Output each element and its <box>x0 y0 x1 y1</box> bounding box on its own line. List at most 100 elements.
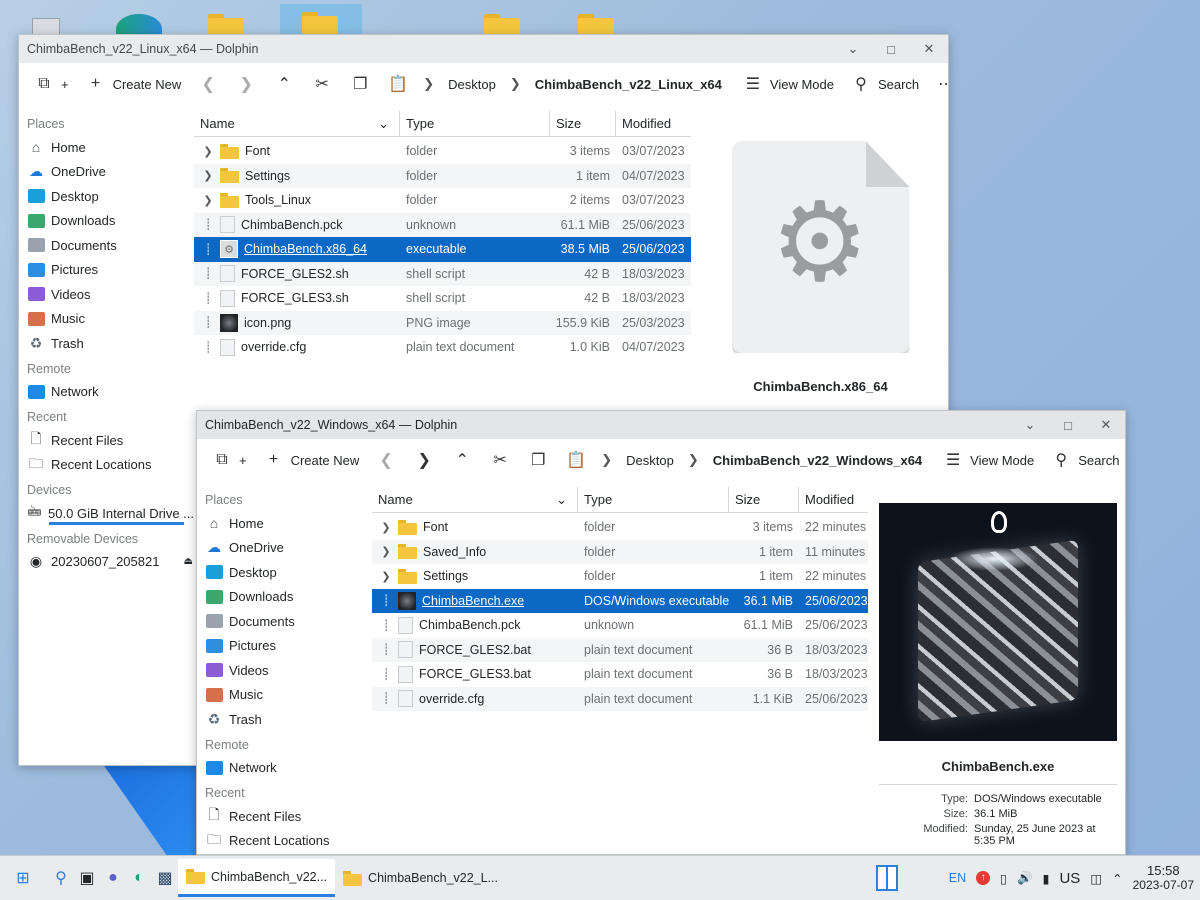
table-row[interactable]: ❯ Tools_Linux folder 2 items 03/07/2023 <box>194 188 691 213</box>
clock[interactable]: 15:58 2023-07-07 <box>1133 864 1194 893</box>
table-row[interactable]: ┊ icon.png PNG image 155.9 KiB 25/03/2023 <box>194 310 691 335</box>
places-item-pictures[interactable]: Pictures <box>197 634 372 659</box>
maximize-icon[interactable]: □ <box>1049 411 1087 439</box>
device-icon[interactable]: ▮ <box>1043 871 1050 886</box>
places-item-trash[interactable]: ♻ Trash <box>19 331 194 356</box>
chevron-right-icon[interactable]: ❯ <box>380 570 392 583</box>
chevron-right-icon[interactable]: ❯ <box>380 521 392 534</box>
paste-button[interactable]: 📋 <box>381 70 415 98</box>
create-new-button[interactable]: + Create New <box>79 71 188 97</box>
dolphin-window-windows[interactable]: ChimbaBench_v22_Windows_x64 — Dolphin ⌄ … <box>196 410 1126 855</box>
column-name[interactable]: Name ⌄ <box>372 487 578 512</box>
places-item-desktop[interactable]: Desktop <box>197 560 372 585</box>
table-row[interactable]: ❯ Font folder 3 items 03/07/2023 <box>194 139 691 164</box>
places-item-removable[interactable]: ◉ 20230607_205821 ⏏ <box>19 550 194 575</box>
breadcrumb-desktop[interactable]: Desktop <box>442 73 502 96</box>
search-icon[interactable]: ⚲ <box>50 867 72 889</box>
maximize-icon[interactable]: □ <box>872 35 910 63</box>
column-modified[interactable]: Modified <box>799 487 868 512</box>
places-item-downloads[interactable]: Downloads <box>19 209 194 234</box>
browser-icon[interactable] <box>112 6 162 44</box>
folder-icon[interactable] <box>204 6 248 42</box>
places-item-music[interactable]: Music <box>19 307 194 332</box>
copy-button[interactable]: ❐ <box>343 70 377 98</box>
column-modified[interactable]: Modified <box>616 111 691 136</box>
places-item-downloads[interactable]: Downloads <box>197 585 372 610</box>
up-button[interactable]: ⌃ <box>445 446 479 474</box>
up-button[interactable]: ⌃ <box>267 70 301 98</box>
column-name[interactable]: Name ⌄ <box>194 111 400 136</box>
search-button[interactable]: ⚲ Search <box>844 70 925 98</box>
paste-button[interactable]: 📋 <box>559 446 593 474</box>
places-item-internal-drive[interactable]: 🖮 50.0 GiB Internal Drive ... <box>19 501 194 526</box>
clipboard-icon[interactable]: ▯ <box>1000 871 1007 886</box>
title-bar[interactable]: ChimbaBench_v22_Linux_x64 — Dolphin ⌄ □ … <box>19 35 948 63</box>
chevron-right-icon[interactable]: ❯ <box>202 145 214 158</box>
places-item-desktop[interactable]: Desktop <box>19 184 194 209</box>
folder-icon[interactable] <box>280 4 362 40</box>
table-row[interactable]: ┊ ChimbaBench.exe DOS/Windows executable 36… <box>372 588 868 613</box>
breadcrumb-desktop[interactable]: Desktop <box>620 449 680 472</box>
forward-button[interactable]: ❯ <box>229 70 263 98</box>
panel-widget-icon[interactable] <box>876 865 898 891</box>
search-button[interactable]: ⚲ Search <box>1044 446 1125 474</box>
chevron-right-icon[interactable]: ❯ <box>380 545 392 558</box>
table-row[interactable]: ┊ ChimbaBench.pck unknown 61.1 MiB 25/06/202… <box>372 613 868 638</box>
display-icon[interactable]: ◫ <box>1090 871 1102 886</box>
view-mode-button[interactable]: ☰ View Mode <box>936 446 1040 474</box>
places-item-recent-files[interactable]: 🗋 Recent Files <box>19 428 194 453</box>
close-icon[interactable]: ✕ <box>1087 411 1125 439</box>
eject-icon[interactable]: ⏏ <box>183 556 192 567</box>
back-button[interactable]: ❮ <box>369 446 403 474</box>
column-type[interactable]: Type <box>578 487 729 512</box>
places-item-network[interactable]: Network <box>197 756 372 781</box>
places-item-recent-locations[interactable]: 🗀 Recent Locations <box>197 829 372 854</box>
places-item-documents[interactable]: Documents <box>19 233 194 258</box>
folder-icon[interactable] <box>480 6 524 42</box>
places-item-pictures[interactable]: Pictures <box>19 258 194 283</box>
forward-button[interactable]: ❯ <box>407 446 441 474</box>
folder-icon[interactable] <box>574 6 618 42</box>
trash-icon[interactable] <box>24 6 68 40</box>
table-row[interactable]: ┊ ChimbaBench.pck unknown 61.1 MiB 25/06/202… <box>194 212 691 237</box>
chevron-right-icon[interactable]: ❯ <box>202 169 214 182</box>
table-row[interactable]: ┊ override.cfg plain text document 1.1 KiB 2… <box>372 686 868 711</box>
chevron-right-icon[interactable]: ❯ <box>202 194 214 207</box>
table-row[interactable]: ┊ FORCE_GLES3.sh shell script 42 B 18/03/202… <box>194 286 691 311</box>
places-item-documents[interactable]: Documents <box>197 609 372 634</box>
menu-button[interactable]: ⋯ <box>929 70 948 98</box>
table-row[interactable]: ┊ FORCE_GLES2.sh shell script 42 B 18/03/202… <box>194 261 691 286</box>
places-item-network[interactable]: Network <box>19 380 194 405</box>
browser-icon[interactable]: ◐ <box>128 867 150 889</box>
column-size[interactable]: Size <box>550 111 616 136</box>
title-bar[interactable]: ChimbaBench_v22_Windows_x64 — Dolphin ⌄ … <box>197 411 1125 439</box>
task-button-linux[interactable]: ChimbaBench_v22_L... <box>335 859 506 897</box>
task-button-windows[interactable]: ChimbaBench_v22... <box>178 859 336 897</box>
breadcrumb-current[interactable]: ChimbaBench_v22_Windows_x64 <box>707 449 928 472</box>
table-row[interactable]: ❯ Saved_Info folder 1 item 11 minutes <box>372 539 868 564</box>
new-tab-button[interactable]: ⧉ + <box>205 447 253 473</box>
update-icon[interactable]: ↑ <box>976 871 991 885</box>
back-button[interactable]: ❮ <box>191 70 225 98</box>
table-row[interactable]: ┊ override.cfg plain text document 1.0 KiB 0… <box>194 335 691 360</box>
task-view-icon[interactable]: ▣ <box>76 867 98 889</box>
table-row[interactable]: ❯ Font folder 3 items 22 minutes <box>372 515 868 540</box>
copy-button[interactable]: ❐ <box>521 446 555 474</box>
places-item-recent-locations[interactable]: 🗀 Recent Locations <box>19 453 194 478</box>
column-size[interactable]: Size <box>729 487 799 512</box>
places-item-home[interactable]: ⌂ Home <box>197 511 372 536</box>
cut-button[interactable]: ✂ <box>305 70 339 98</box>
minimize-icon[interactable]: ⌄ <box>834 35 872 63</box>
minimize-icon[interactable]: ⌄ <box>1011 411 1049 439</box>
places-item-recent-files[interactable]: 🗋 Recent Files <box>197 804 372 829</box>
close-icon[interactable]: ✕ <box>910 35 948 63</box>
places-item-onedrive[interactable]: ☁ OneDrive <box>19 160 194 185</box>
chevron-up-icon[interactable]: ⌃ <box>1112 871 1122 886</box>
video-call-icon[interactable]: ● <box>102 867 124 889</box>
table-row[interactable]: ❯ Settings folder 1 item 22 minutes <box>372 564 868 589</box>
new-tab-button[interactable]: ⧉ + <box>27 71 75 97</box>
steam-icon[interactable]: ▩ <box>154 867 176 889</box>
language-indicator[interactable]: EN <box>949 871 966 885</box>
places-item-music[interactable]: Music <box>197 683 372 708</box>
view-mode-button[interactable]: ☰ View Mode <box>736 70 840 98</box>
